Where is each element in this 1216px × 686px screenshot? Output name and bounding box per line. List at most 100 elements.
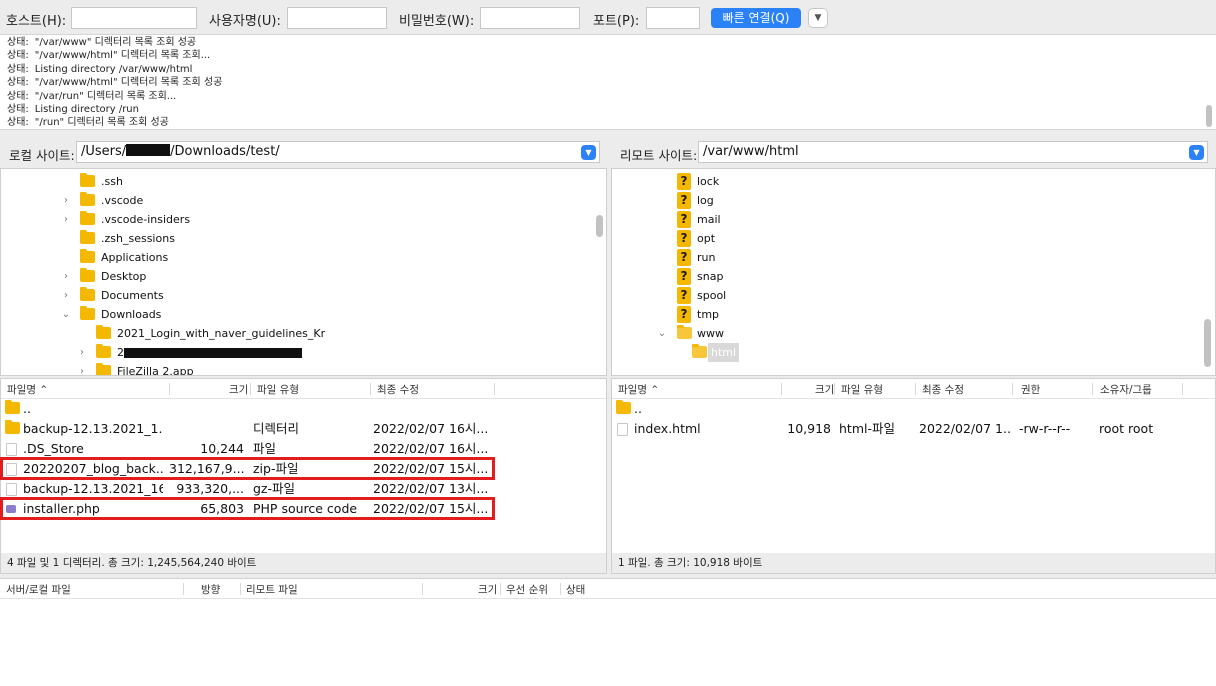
- local-directory-tree[interactable]: .ssh › .vscode › .vscode-insiders .zsh_sessio…: [0, 168, 607, 376]
- log-line: 상태: "/var/www/html" 디렉터리 목록 조회 성공: [7, 76, 222, 89]
- chevron-icon[interactable]: ›: [61, 267, 71, 286]
- queue-col-size[interactable]: 크기: [478, 582, 497, 597]
- folder-icon: [80, 192, 95, 206]
- column-divider[interactable]: [781, 383, 782, 395]
- log-status-label: 상태:: [7, 37, 29, 48]
- username-input[interactable]: [287, 7, 387, 29]
- remote-list-header: 파일명 ⌃ 크기 파일 유형 최종 수정 권한 소유자/그룹: [612, 379, 1215, 399]
- chevron-icon[interactable]: ›: [61, 286, 71, 305]
- remote-col-permissions[interactable]: 권한: [1021, 382, 1040, 397]
- local-path-input[interactable]: /Users/ /Downloads/test/ ▼: [76, 141, 600, 163]
- file-icon: [617, 423, 628, 436]
- column-divider[interactable]: [834, 383, 835, 395]
- tree-item[interactable]: › Desktop: [1, 267, 591, 286]
- remote-tree-scrollbar[interactable]: [1204, 319, 1211, 367]
- column-divider[interactable]: [422, 583, 423, 595]
- tree-item[interactable]: .zsh_sessions: [1, 229, 591, 248]
- column-divider[interactable]: [560, 583, 561, 595]
- tree-item[interactable]: .ssh: [1, 172, 591, 191]
- remote-col-size[interactable]: 크기: [815, 382, 834, 397]
- quickconnect-history-dropdown[interactable]: ▼: [808, 8, 828, 28]
- tree-item[interactable]: ? mail: [612, 210, 1197, 229]
- local-tree-scrollbar[interactable]: [596, 215, 603, 237]
- queue-col-remote-file[interactable]: 리모트 파일: [246, 582, 298, 597]
- password-input[interactable]: [480, 7, 580, 29]
- remote-file-list[interactable]: 파일명 ⌃ 크기 파일 유형 최종 수정 권한 소유자/그룹 .. index.h…: [611, 378, 1216, 574]
- queue-col-direction[interactable]: 방향: [201, 582, 220, 597]
- chevron-down-icon[interactable]: ⌄: [657, 324, 667, 343]
- file-row[interactable]: ..: [612, 399, 1215, 419]
- local-col-modified[interactable]: 최종 수정: [377, 382, 419, 397]
- tree-item[interactable]: 2021_Login_with_naver_guidelines_Kr: [1, 324, 591, 343]
- column-divider[interactable]: [1182, 383, 1183, 395]
- tree-item[interactable]: html: [612, 343, 1197, 362]
- tree-item[interactable]: › .vscode-insiders: [1, 210, 591, 229]
- file-name: ..: [634, 401, 642, 416]
- remote-path-dropdown[interactable]: ▼: [1189, 145, 1204, 160]
- message-log[interactable]: 상태: "/var/www" 디렉터리 목록 조회 성공 상태: "/var/www/…: [0, 34, 1216, 130]
- quickconnect-button[interactable]: 빠른 연결(Q): [711, 8, 801, 28]
- log-line: 상태: Listing directory /var/www/html: [7, 63, 192, 76]
- remote-col-owner[interactable]: 소유자/그룹: [1100, 382, 1152, 397]
- queue-col-status[interactable]: 상태: [566, 582, 585, 597]
- chevron-icon[interactable]: ⌄: [61, 305, 71, 324]
- column-divider[interactable]: [240, 583, 241, 595]
- queue-col-priority[interactable]: 우선 순위: [506, 582, 548, 597]
- tree-item-label: Desktop: [101, 270, 147, 283]
- tree-item[interactable]: › FileZilla 2.app: [1, 362, 591, 376]
- tree-item[interactable]: ? opt: [612, 229, 1197, 248]
- tree-item[interactable]: ? run: [612, 248, 1197, 267]
- file-type: gz-파일: [253, 481, 296, 496]
- log-scrollbar[interactable]: [1206, 105, 1212, 127]
- tree-item-label: FileZilla 2.app: [117, 365, 194, 376]
- host-input[interactable]: [71, 7, 197, 29]
- unknown-folder-icon: ?: [677, 192, 691, 209]
- local-col-type[interactable]: 파일 유형: [257, 382, 299, 397]
- transfer-queue[interactable]: 서버/로컬 파일 방향 리모트 파일 크기 우선 순위 상태: [0, 578, 1216, 686]
- remote-path-input[interactable]: /var/www/html ▼: [698, 141, 1208, 163]
- column-divider[interactable]: [500, 583, 501, 595]
- remote-col-type[interactable]: 파일 유형: [841, 382, 883, 397]
- tree-item[interactable]: ? tmp: [612, 305, 1197, 324]
- tree-item[interactable]: ? lock: [612, 172, 1197, 191]
- column-divider[interactable]: [494, 383, 495, 395]
- column-divider[interactable]: [250, 383, 251, 395]
- column-divider[interactable]: [1012, 383, 1013, 395]
- remote-directory-tree[interactable]: ? lock? log ? mail? opt? run? snap? spool? tmp ⌄ ww…: [611, 168, 1216, 376]
- tree-item[interactable]: ⌄ www: [612, 324, 1197, 343]
- tree-item-label: log: [697, 194, 714, 207]
- file-row[interactable]: ..: [1, 399, 606, 419]
- file-row[interactable]: index.html 10,918 html-파일 2022/02/07 1... -r…: [612, 419, 1215, 439]
- local-col-size[interactable]: 크기: [229, 382, 248, 397]
- column-divider[interactable]: [183, 583, 184, 595]
- tree-item[interactable]: › .vscode: [1, 191, 591, 210]
- chevron-icon[interactable]: ›: [61, 191, 71, 210]
- column-divider[interactable]: [370, 383, 371, 395]
- column-divider[interactable]: [1092, 383, 1093, 395]
- file-row[interactable]: backup-12.13.2021_16... 933,320,... gz-파일 2…: [1, 479, 606, 499]
- tree-item[interactable]: › 2: [1, 343, 591, 362]
- tree-item[interactable]: Applications: [1, 248, 591, 267]
- file-row[interactable]: backup-12.13.2021_1... 디렉터리 2022/02/07 16시…: [1, 419, 606, 439]
- chevron-icon[interactable]: ›: [77, 343, 87, 362]
- tree-item[interactable]: › Documents: [1, 286, 591, 305]
- file-row[interactable]: .DS_Store 10,244 파일 2022/02/07 16시...: [1, 439, 606, 459]
- remote-col-name[interactable]: 파일명 ⌃: [618, 382, 659, 397]
- file-type: html-파일: [839, 421, 895, 436]
- queue-col-server-file[interactable]: 서버/로컬 파일: [6, 582, 71, 597]
- chevron-down-icon: ▼: [1193, 148, 1200, 157]
- column-divider[interactable]: [169, 383, 170, 395]
- quickconnect-bar: 호스트(H): 사용자명(U): 비밀번호(W): 포트(P): 빠른 연결(Q…: [0, 0, 1216, 34]
- tree-item[interactable]: ⌄ Downloads: [1, 305, 591, 324]
- tree-item[interactable]: ? log: [612, 191, 1197, 210]
- remote-col-modified[interactable]: 최종 수정: [922, 382, 964, 397]
- chevron-icon[interactable]: ›: [61, 210, 71, 229]
- tree-item[interactable]: ? snap: [612, 267, 1197, 286]
- local-col-name[interactable]: 파일명 ⌃: [7, 382, 48, 397]
- chevron-icon[interactable]: ›: [77, 362, 87, 375]
- column-divider[interactable]: [915, 383, 916, 395]
- tree-item[interactable]: ? spool: [612, 286, 1197, 305]
- port-input[interactable]: [646, 7, 700, 29]
- host-label: 호스트(H):: [6, 14, 67, 29]
- local-path-dropdown[interactable]: ▼: [581, 145, 596, 160]
